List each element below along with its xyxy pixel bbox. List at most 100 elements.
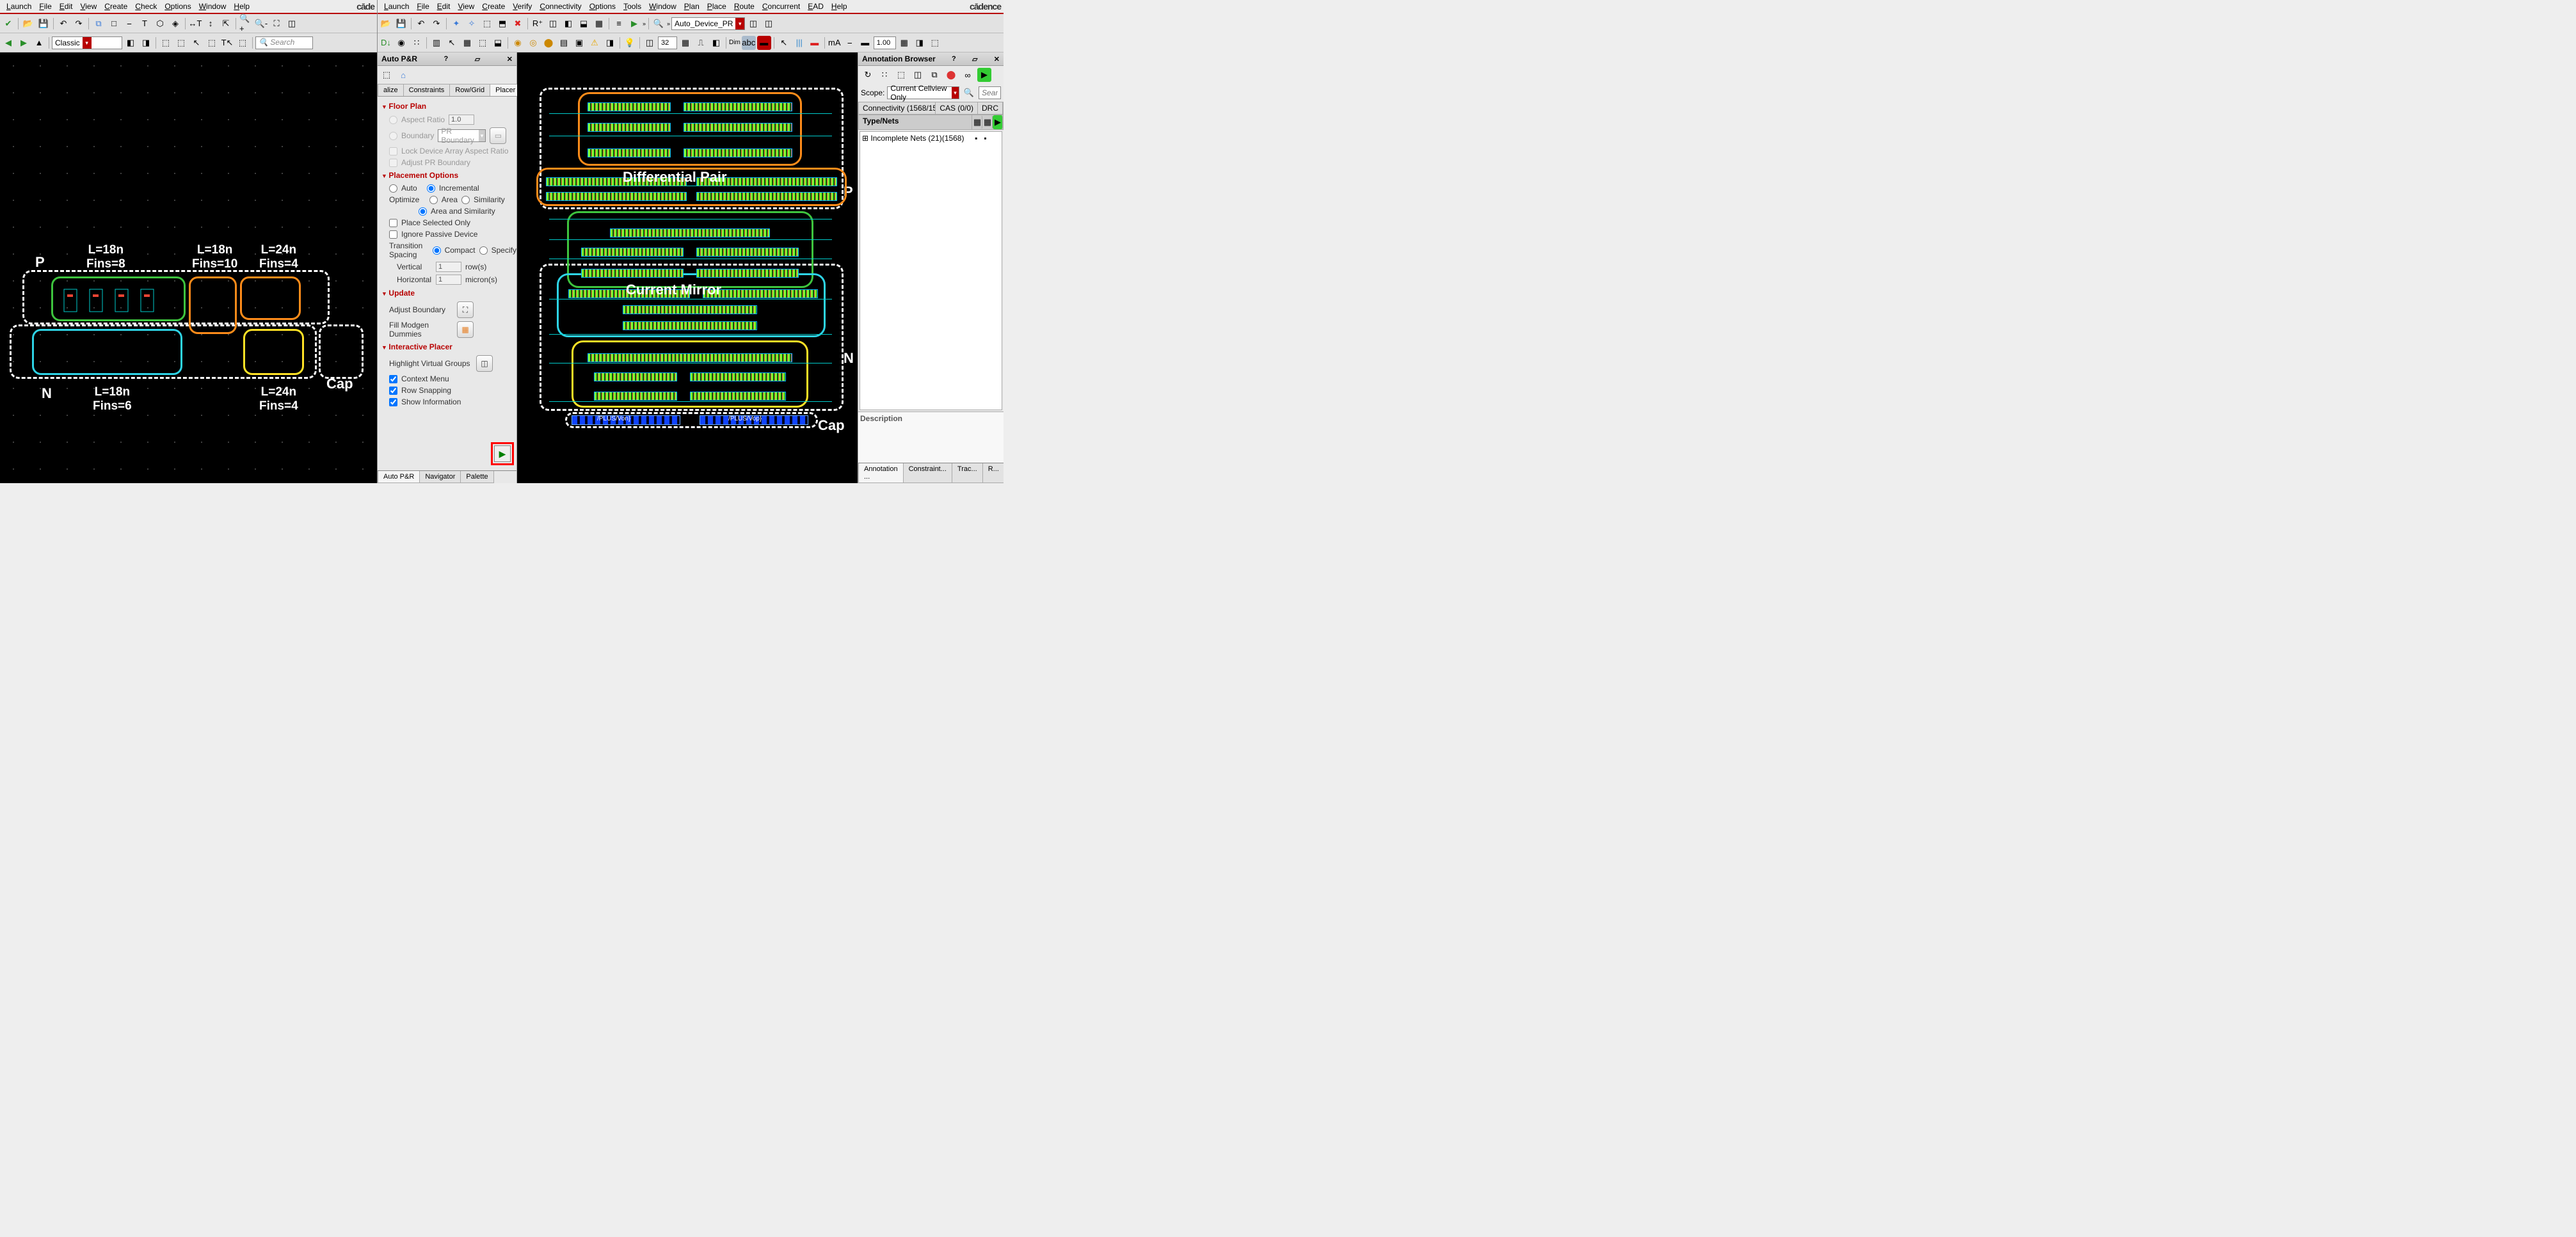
rt2-h[interactable]: ⬓ (491, 36, 505, 50)
area-radio[interactable] (429, 196, 438, 204)
rt2-bars[interactable]: ||| (792, 36, 806, 50)
tool-e[interactable]: ↕ (204, 17, 218, 31)
close-icon[interactable]: ✕ (507, 55, 513, 63)
rt2-a[interactable]: D↓ (379, 36, 393, 50)
ann-close-icon[interactable]: ✕ (994, 55, 1000, 63)
rt2-d[interactable]: ▥ (429, 36, 444, 50)
ann-f[interactable]: ∞ (961, 68, 975, 82)
schematic-canvas[interactable]: P N Cap L=18n Fins=8 L=18n Fins=10 L=24n… (0, 52, 377, 483)
device-combo[interactable]: Auto_Device_PR▾ (671, 17, 745, 30)
rmenu-view[interactable]: View (454, 1, 478, 12)
undock-icon[interactable]: ▱ (475, 55, 480, 63)
btab-autopr[interactable]: Auto P&R (378, 471, 420, 483)
rt2-f[interactable]: ▦ (460, 36, 474, 50)
menu-edit[interactable]: Edit (56, 1, 77, 12)
selected-only-check[interactable] (389, 219, 397, 227)
ann-search-icon[interactable]: 🔍 (962, 86, 976, 100)
tool-redo[interactable]: ↷ (72, 17, 86, 31)
layout-canvas[interactable]: P N Cap /PL (517, 52, 858, 483)
rmenu-window[interactable]: Window (645, 1, 680, 12)
tool-text[interactable]: T (138, 17, 152, 31)
rt-go[interactable]: ▶ (627, 17, 641, 31)
menu-window[interactable]: Window (195, 1, 230, 12)
scope-combo[interactable]: Current Cellview Only▾ (887, 86, 959, 99)
ann-refresh-icon[interactable]: ↻ (861, 68, 875, 82)
rt-redo[interactable]: ↷ (429, 17, 444, 31)
adjust-boundary-btn[interactable]: ⛶ (457, 301, 474, 318)
tool-f[interactable]: ⇱ (219, 17, 233, 31)
rt-route[interactable]: ≡ (612, 17, 626, 31)
areasim-radio[interactable] (419, 207, 427, 216)
btab-r[interactable]: R... (982, 463, 1004, 483)
sel-e[interactable]: T↖ (220, 36, 234, 50)
tool-i[interactable]: ◨ (139, 36, 153, 50)
rmenu-concurrent[interactable]: Concurrent (758, 1, 804, 12)
tab-placer[interactable]: Placer (490, 84, 521, 96)
ann-col-b[interactable]: ▦ (982, 115, 993, 129)
tool-d[interactable]: ◈ (168, 17, 182, 31)
ann-help-icon[interactable]: ? (952, 55, 956, 63)
rt2-p[interactable]: ▦ (678, 36, 692, 50)
ann-col-c[interactable]: ▶ (993, 115, 1003, 129)
rmenu-connectivity[interactable]: Connectivity (536, 1, 585, 12)
sel-c[interactable]: ↖ (189, 36, 204, 50)
run-placer-button[interactable]: ▶ (494, 445, 511, 462)
ann-a[interactable]: ∷ (877, 68, 892, 82)
rt2-y[interactable]: ▦ (897, 36, 911, 50)
menu-launch[interactable]: Launch (3, 1, 35, 12)
btab-trac[interactable]: Trac... (952, 463, 983, 483)
rmenu-create[interactable]: Create (478, 1, 509, 12)
rt-g[interactable]: ◧ (561, 17, 575, 31)
tab-initialize[interactable]: alize (378, 84, 404, 96)
tool-c[interactable]: ⬡ (153, 17, 167, 31)
rt-i[interactable]: ▦ (592, 17, 606, 31)
rt-b[interactable]: ✧ (465, 17, 479, 31)
similarity-radio[interactable] (461, 196, 470, 204)
incomplete-nets-row[interactable]: ⊞ Incomplete Nets (21)(1568) ▪ ▪ (860, 132, 1002, 145)
rmenu-tools[interactable]: Tools (620, 1, 645, 12)
rt-f[interactable]: ◫ (546, 17, 560, 31)
menu-view[interactable]: View (76, 1, 100, 12)
section-placement[interactable]: Placement Options (381, 168, 513, 182)
rt2-t[interactable]: ▬ (757, 36, 771, 50)
rt-a[interactable]: ✦ (449, 17, 463, 31)
rmenu-edit[interactable]: Edit (433, 1, 454, 12)
specify-radio[interactable] (479, 246, 488, 255)
menu-check[interactable]: Check (131, 1, 161, 12)
rt2-cursor[interactable]: ↖ (777, 36, 791, 50)
highlight-groups-btn[interactable]: ◫ (476, 355, 493, 372)
tool-a[interactable]: ⧉ (92, 17, 106, 31)
type-header[interactable]: Type/Nets (859, 115, 972, 129)
zoom-out-icon[interactable]: 🔍- (254, 17, 268, 31)
btab-constraint[interactable]: Constraint... (903, 463, 952, 483)
rt2-m[interactable]: ▣ (572, 36, 586, 50)
rt2-e[interactable]: ↖ (445, 36, 459, 50)
rt2-u[interactable]: ▬ (808, 36, 822, 50)
btab-annotation[interactable]: Annotation ... (858, 463, 904, 483)
zoom-fit-icon[interactable]: ⛶ (269, 17, 284, 31)
rt2-r[interactable]: ◧ (709, 36, 723, 50)
menu-create[interactable]: Create (100, 1, 131, 12)
menu-file[interactable]: File (35, 1, 55, 12)
tool-undo[interactable]: ↶ (56, 17, 70, 31)
menu-options[interactable]: Options (161, 1, 195, 12)
pick-boundary-icon[interactable]: ▭ (490, 127, 506, 144)
context-menu-check[interactable] (389, 375, 397, 383)
ignore-passive-check[interactable] (389, 230, 397, 239)
rt-h[interactable]: ⬓ (577, 17, 591, 31)
btab-palette[interactable]: Palette (460, 471, 493, 483)
section-interactive[interactable]: Interactive Placer (381, 340, 513, 354)
tool-wire[interactable]: ⎯ (122, 17, 136, 31)
rt2-z[interactable]: ◨ (913, 36, 927, 50)
tool-g[interactable]: ◫ (285, 17, 299, 31)
search-input[interactable]: 🔍 Search (255, 36, 313, 49)
menu-help[interactable]: Help (230, 1, 253, 12)
rt-del[interactable]: ✖ (511, 17, 525, 31)
rmenu-ead[interactable]: EAD (804, 1, 828, 12)
ann-undock-icon[interactable]: ▱ (972, 55, 977, 63)
sel-d[interactable]: ⬚ (205, 36, 219, 50)
section-update[interactable]: Update (381, 286, 513, 300)
rt2-warn[interactable]: ⚠ (588, 36, 602, 50)
theme-combo[interactable]: Classic▾ (52, 36, 122, 49)
home-icon[interactable]: ⌂ (396, 68, 410, 82)
